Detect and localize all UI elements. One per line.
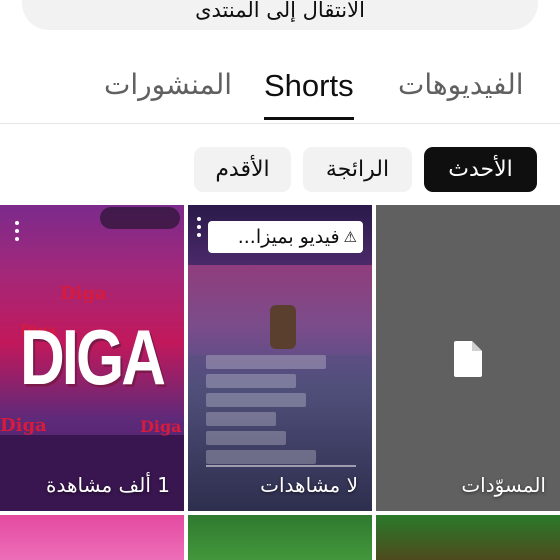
tab-videos[interactable]: الفيديوهات [398, 68, 524, 122]
filter-chip-newest[interactable]: الأحدث [424, 147, 537, 192]
warning-badge-text: فيديو بميزا... [237, 226, 340, 248]
short-tile-row2-3[interactable] [376, 515, 560, 560]
channel-tabs: الفيديوهات Shorts المنشورات [0, 56, 560, 124]
tab-posts[interactable]: المنشورات [104, 68, 232, 122]
thumbnail-text-diga-small-4: Diga [140, 417, 182, 436]
document-icon [454, 341, 482, 377]
thumbnail-lyric-lines [206, 355, 356, 469]
more-vert-icon[interactable] [194, 215, 204, 239]
go-to-forum-label: الانتقال إلى المنتدى [195, 0, 365, 22]
short-tile-row2-1[interactable] [0, 515, 184, 560]
more-vert-icon[interactable] [12, 219, 22, 243]
warning-badge: فيديو بميزا... ⚠ [208, 221, 363, 253]
tab-shorts[interactable]: Shorts [264, 68, 354, 122]
thumbnail-progress-line [206, 465, 356, 467]
filter-chip-oldest[interactable]: الأقدم [194, 147, 291, 192]
filter-chip-popular[interactable]: الرائجة [303, 147, 412, 192]
short-views-count: 1 ألف مشاهدة [46, 473, 170, 497]
short-tile-row2-2[interactable] [188, 515, 372, 560]
tab-posts-label: المنشورات [104, 68, 233, 101]
thumbnail-hud [100, 207, 180, 229]
tab-videos-label: الفيديوهات [398, 68, 524, 101]
drafts-tile[interactable]: المسوّدات [376, 205, 560, 511]
warning-icon: ⚠ [343, 228, 357, 246]
filter-chip-newest-label: الأحدث [448, 157, 513, 182]
thumbnail-text-diga-small-3: Diga [0, 415, 47, 436]
thumbnail-character [270, 305, 296, 349]
filter-chip-oldest-label: الأقدم [215, 157, 270, 182]
drafts-label: المسوّدات [461, 473, 546, 497]
short-tile-diga[interactable]: Diga Diga Diga Diga DIGA 1 ألف مشاهدة [0, 205, 184, 511]
short-views-count: لا مشاهدات [260, 473, 358, 497]
thumbnail-text-diga: DIGA [20, 315, 166, 402]
short-tile-lyrics[interactable]: فيديو بميزا... ⚠ لا مشاهدات [188, 205, 372, 511]
go-to-forum-button[interactable]: الانتقال إلى المنتدى [22, 0, 538, 30]
shorts-grid: Diga Diga Diga Diga DIGA 1 ألف مشاهدة في… [0, 205, 560, 560]
thumbnail-text-diga-small: Diga [60, 283, 107, 304]
tab-shorts-label: Shorts [264, 68, 354, 103]
filter-chip-popular-label: الرائجة [325, 157, 390, 182]
